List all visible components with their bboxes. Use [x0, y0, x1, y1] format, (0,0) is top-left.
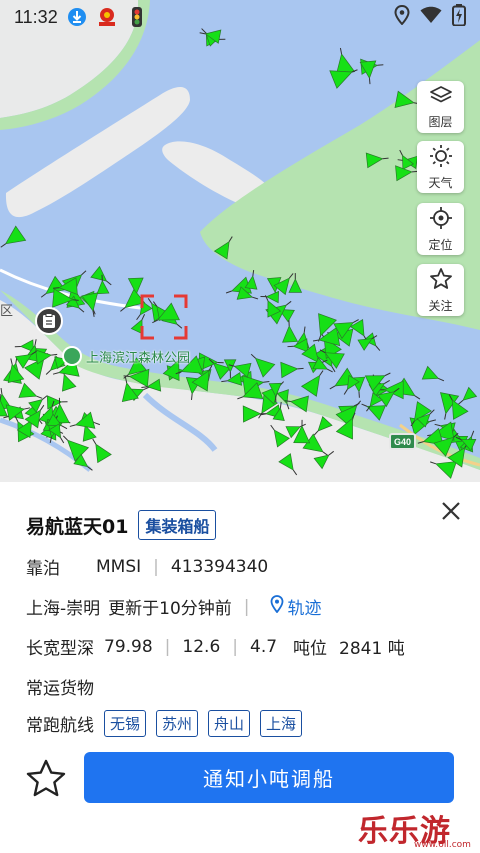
sun-icon [429, 144, 453, 172]
ship-status-row: 靠泊 MMSI | 413394340 [26, 554, 269, 580]
battery-charging-icon [452, 4, 466, 30]
dims-label: 长宽型深 [26, 639, 94, 659]
favorite-star-icon[interactable] [24, 757, 68, 801]
district-label: 区 [0, 304, 14, 319]
tonnage-label: 吨位 [293, 639, 328, 659]
cargo-row: 常运货物 [26, 674, 94, 699]
routes-label: 常跑航线 [26, 716, 94, 736]
route-tag[interactable]: 无锡 [104, 710, 147, 737]
track-pin-icon [270, 595, 284, 618]
wifi-icon [420, 6, 442, 28]
updated-text: 更新于10分钟前 [108, 599, 232, 619]
route-tag[interactable]: 上海 [260, 710, 303, 737]
location-icon [394, 4, 410, 29]
ship-map[interactable]: 11:32 区 上海滨江森林公园 G40 图层 天气 定位 关注 [0, 0, 480, 482]
crosshair-icon [429, 206, 453, 234]
divider: | [232, 636, 238, 657]
layers-icon [429, 85, 453, 111]
star-icon [429, 267, 453, 295]
park-label[interactable]: 上海滨江森林公园 [62, 346, 190, 366]
locate-label: 定位 [428, 237, 453, 252]
ship-header: 易航蓝天01 集装箱船 [26, 510, 217, 540]
length-value: 79.98 [104, 636, 153, 657]
poi-clipboard-icon[interactable] [35, 307, 63, 335]
app-badge-icon [96, 6, 118, 28]
route-text: 上海-崇明 [26, 599, 101, 619]
divider: | [243, 596, 250, 617]
mmsi-label: MMSI [96, 556, 142, 577]
selected-ship-marker[interactable] [140, 294, 188, 340]
notify-dispatch-button[interactable]: 通知小吨调船 [84, 752, 454, 803]
locate-button[interactable]: 定位 [417, 203, 464, 255]
width-value: 12.6 [182, 636, 221, 657]
track-link[interactable]: 轨迹 [270, 594, 322, 619]
weather-button[interactable]: 天气 [417, 141, 464, 193]
divider: | [153, 556, 159, 577]
park-name: 上海滨江森林公园 [86, 350, 191, 366]
cargo-label: 常运货物 [26, 679, 94, 699]
dimensions-row: 长宽型深 79.98 | 12.6 | 4.7 吨位 2841 吨 [26, 634, 405, 660]
follow-label: 关注 [428, 298, 453, 313]
tonnage-value: 2841 吨 [339, 639, 405, 659]
follow-button[interactable]: 关注 [417, 264, 464, 316]
depth-value: 4.7 [250, 636, 278, 657]
status-bar: 11:32 [0, 0, 480, 34]
watermark-url: www.6ll.com [414, 840, 471, 850]
weather-label: 天气 [428, 175, 453, 190]
berth-status: 靠泊 [26, 559, 60, 579]
route-tag[interactable]: 舟山 [208, 710, 251, 737]
status-right [394, 4, 466, 30]
ship-type-tag: 集装箱船 [138, 510, 217, 540]
download-icon [66, 6, 88, 28]
track-label: 轨迹 [287, 599, 322, 619]
layers-label: 图层 [428, 114, 453, 129]
map-canvas [0, 0, 480, 482]
divider: | [164, 636, 171, 657]
ship-info-panel: 易航蓝天01 集装箱船 靠泊 MMSI | 413394340 上海-崇明 更新… [0, 482, 480, 853]
layers-button[interactable]: 图层 [417, 81, 464, 133]
route-tag[interactable]: 苏州 [156, 710, 199, 737]
ship-name: 易航蓝天01 [26, 515, 129, 538]
traffic-light-icon [126, 6, 148, 28]
watermark-logo: 乐乐游戏 www.6ll.com [350, 806, 480, 853]
status-time: 11:32 [14, 6, 58, 27]
route-row: 上海-崇明 更新于10分钟前 | 轨迹 [26, 594, 322, 619]
park-tree-icon [62, 346, 82, 366]
highway-shield: G40 [389, 433, 416, 450]
mmsi-value: 413394340 [170, 556, 269, 577]
routes-row: 常跑航线 无锡 苏州 舟山 上海 [26, 710, 312, 737]
close-icon[interactable] [438, 498, 464, 524]
